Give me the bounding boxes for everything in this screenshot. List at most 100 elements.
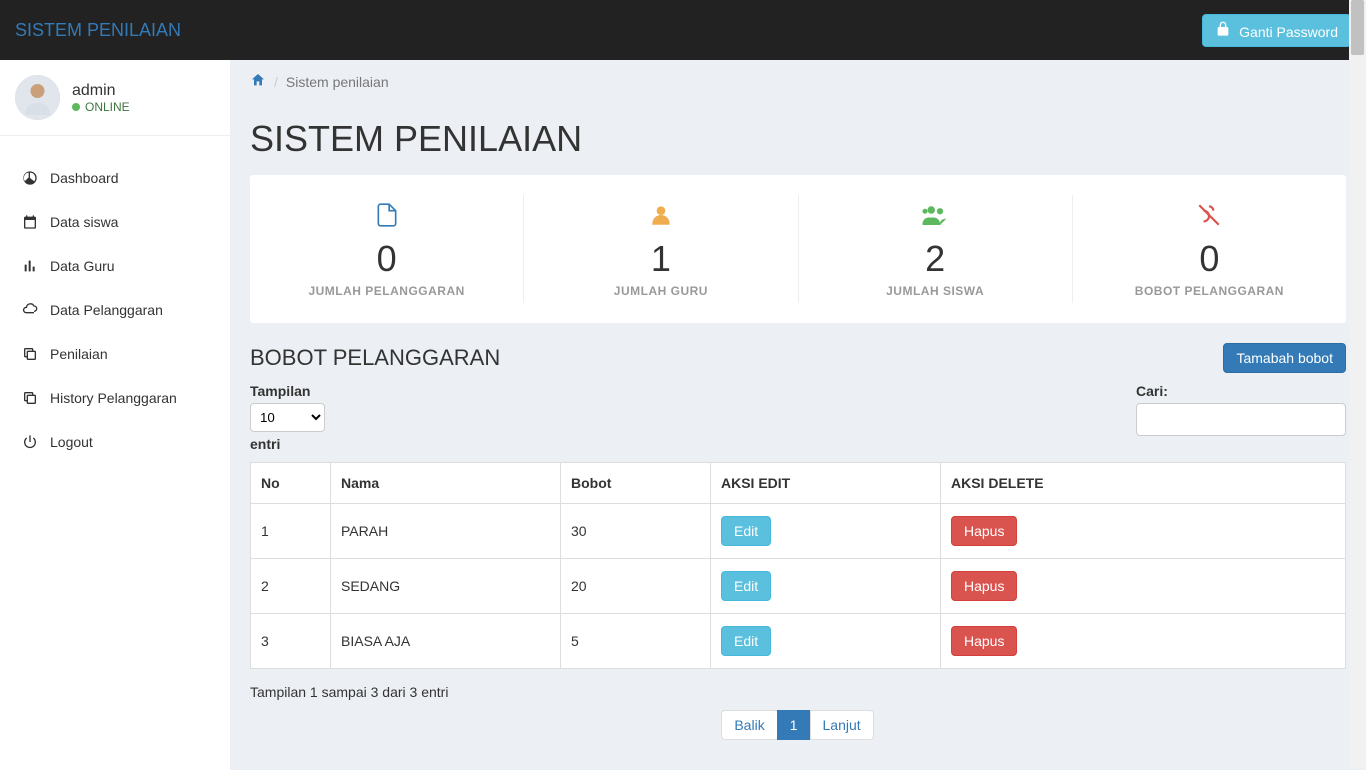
page-next[interactable]: Lanjut — [810, 710, 874, 740]
th-no[interactable]: No — [251, 463, 331, 504]
sidebar-item-label: Logout — [50, 434, 93, 450]
lock-icon — [1215, 24, 1235, 40]
delete-button[interactable]: Hapus — [951, 516, 1017, 546]
cell-no: 2 — [251, 559, 331, 614]
stat-value: 0 — [1083, 238, 1336, 280]
scrollbar-thumb[interactable] — [1351, 0, 1364, 55]
stats-row: 0 JUMLAH PELANGGARAN 1 JUMLAH GURU 2 JUM… — [250, 175, 1346, 323]
cell-edit: Edit — [711, 614, 941, 669]
length-label-top: Tampilan — [250, 383, 325, 399]
change-password-label: Ganti Password — [1239, 24, 1338, 40]
section-title: BOBOT PELANGGARAN — [250, 345, 500, 371]
section-bobot: BOBOT PELANGGARAN Tamabah bobot Tampilan… — [230, 343, 1366, 770]
cell-nama: BIASA AJA — [331, 614, 561, 669]
table-row: 2SEDANG20 Edit Hapus — [251, 559, 1346, 614]
stat-bobot: 0 BOBOT PELANGGARAN — [1073, 195, 1346, 303]
search-label: Cari: — [1136, 383, 1346, 399]
sidebar-item-label: History Pelanggaran — [50, 390, 177, 406]
edit-button[interactable]: Edit — [721, 571, 771, 601]
deaf-icon — [1083, 200, 1336, 230]
calendar-icon — [20, 214, 40, 230]
length-control: Tampilan 10 entri — [250, 383, 325, 452]
stat-value: 1 — [534, 238, 787, 280]
user-status-label: ONLINE — [85, 100, 130, 114]
cell-no: 1 — [251, 504, 331, 559]
cloud-icon — [20, 302, 40, 318]
page-1[interactable]: 1 — [777, 710, 811, 740]
sidebar-item-logout[interactable]: Logout — [0, 420, 230, 464]
user-panel: admin ONLINE — [0, 60, 230, 136]
power-icon — [20, 434, 40, 450]
stat-label: BOBOT PELANGGARAN — [1083, 284, 1336, 298]
table-row: 1PARAH30 Edit Hapus — [251, 504, 1346, 559]
stat-value: 0 — [260, 238, 513, 280]
cell-bobot: 30 — [561, 504, 711, 559]
sidebar-item-data-guru[interactable]: Data Guru — [0, 244, 230, 288]
stat-label: JUMLAH GURU — [534, 284, 787, 298]
scrollbar[interactable] — [1349, 0, 1366, 768]
th-aksi-edit[interactable]: AKSI EDIT — [711, 463, 941, 504]
users-icon — [809, 200, 1062, 230]
page-title: SISTEM PENILAIAN — [230, 103, 1366, 175]
stat-label: JUMLAH SISWA — [809, 284, 1062, 298]
cell-edit: Edit — [711, 559, 941, 614]
sidebar-item-penilaian[interactable]: Penilaian — [0, 332, 230, 376]
stat-pelanggaran: 0 JUMLAH PELANGGARAN — [250, 195, 524, 303]
sidebar-item-label: Data siswa — [50, 214, 118, 230]
pagination: Balik 1 Lanjut — [250, 710, 1346, 740]
add-bobot-button[interactable]: Tamabah bobot — [1223, 343, 1346, 373]
table-info: Tampilan 1 sampai 3 dari 3 entri — [250, 684, 1346, 700]
th-aksi-delete[interactable]: AKSI DELETE — [941, 463, 1346, 504]
content: / Sistem penilaian SISTEM PENILAIAN 0 JU… — [230, 60, 1366, 770]
breadcrumb-current: Sistem penilaian — [286, 74, 389, 90]
table-row: 3BIASA AJA5 Edit Hapus — [251, 614, 1346, 669]
file-icon — [260, 200, 513, 230]
search-control: Cari: — [1136, 383, 1346, 436]
copy-icon — [20, 346, 40, 362]
cell-nama: SEDANG — [331, 559, 561, 614]
delete-button[interactable]: Hapus — [951, 571, 1017, 601]
change-password-button[interactable]: Ganti Password — [1202, 14, 1351, 47]
stat-guru: 1 JUMLAH GURU — [524, 195, 798, 303]
edit-button[interactable]: Edit — [721, 626, 771, 656]
cell-no: 3 — [251, 614, 331, 669]
th-bobot[interactable]: Bobot — [561, 463, 711, 504]
cell-bobot: 20 — [561, 559, 711, 614]
cell-nama: PARAH — [331, 504, 561, 559]
sidebar-item-label: Penilaian — [50, 346, 108, 362]
sidebar-item-label: Data Pelanggaran — [50, 302, 163, 318]
delete-button[interactable]: Hapus — [951, 626, 1017, 656]
cell-delete: Hapus — [941, 559, 1346, 614]
bar-chart-icon — [20, 258, 40, 274]
home-icon[interactable] — [250, 72, 266, 91]
data-table: No Nama Bobot AKSI EDIT AKSI DELETE 1PAR… — [250, 462, 1346, 669]
stat-label: JUMLAH PELANGGARAN — [260, 284, 513, 298]
sidebar-item-label: Data Guru — [50, 258, 115, 274]
user-status: ONLINE — [72, 100, 130, 114]
user-icon — [534, 200, 787, 230]
brand-title[interactable]: SISTEM PENILAIAN — [15, 20, 181, 41]
sidebar-item-label: Dashboard — [50, 170, 119, 186]
length-select[interactable]: 10 — [250, 403, 325, 432]
stat-value: 2 — [809, 238, 1062, 280]
user-name: admin — [72, 82, 130, 100]
sidebar-item-data-pelanggaran[interactable]: Data Pelanggaran — [0, 288, 230, 332]
cell-delete: Hapus — [941, 614, 1346, 669]
navbar: SISTEM PENILAIAN Ganti Password — [0, 0, 1366, 60]
breadcrumb-separator: / — [274, 74, 278, 90]
copy-icon — [20, 390, 40, 406]
cell-bobot: 5 — [561, 614, 711, 669]
status-dot-icon — [72, 103, 80, 111]
cell-edit: Edit — [711, 504, 941, 559]
stat-siswa: 2 JUMLAH SISWA — [799, 195, 1073, 303]
search-input[interactable] — [1136, 403, 1346, 436]
edit-button[interactable]: Edit — [721, 516, 771, 546]
dashboard-icon — [20, 170, 40, 186]
sidebar: admin ONLINE Dashboard Data siswa Data G… — [0, 60, 230, 770]
page-prev[interactable]: Balik — [721, 710, 777, 740]
sidebar-item-data-siswa[interactable]: Data siswa — [0, 200, 230, 244]
length-label-bottom: entri — [250, 436, 325, 452]
sidebar-item-history-pelanggaran[interactable]: History Pelanggaran — [0, 376, 230, 420]
th-nama[interactable]: Nama — [331, 463, 561, 504]
sidebar-item-dashboard[interactable]: Dashboard — [0, 156, 230, 200]
